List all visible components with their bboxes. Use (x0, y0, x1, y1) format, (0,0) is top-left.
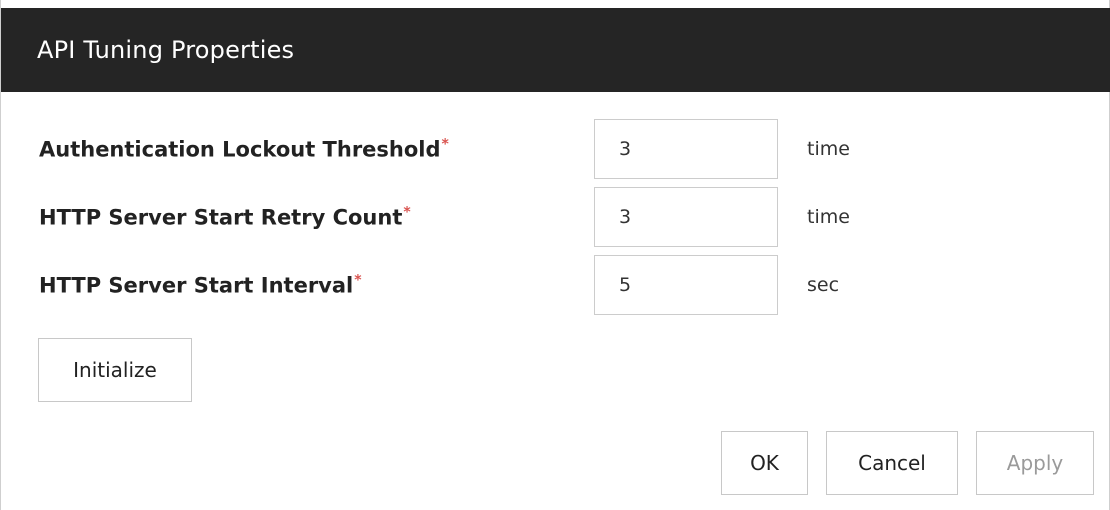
field-label-text: HTTP Server Start Interval (39, 273, 354, 298)
required-marker: * (354, 272, 362, 289)
authentication-lockout-threshold-input[interactable] (594, 119, 778, 179)
field-label-text: Authentication Lockout Threshold (39, 137, 441, 162)
initialize-button[interactable]: Initialize (38, 338, 192, 402)
unit-label: time (807, 206, 850, 228)
required-marker: * (403, 204, 411, 221)
apply-button[interactable]: Apply (976, 431, 1094, 495)
dialog-titlebar[interactable]: API Tuning Properties (1, 8, 1110, 92)
form-row-http-server-start-interval: HTTP Server Start Interval* sec (1, 255, 1110, 315)
http-server-start-retry-count-input[interactable] (594, 187, 778, 247)
unit-label: sec (807, 274, 840, 296)
field-label-text: HTTP Server Start Retry Count (39, 205, 403, 230)
field-label: HTTP Server Start Interval* (39, 273, 362, 298)
cancel-button[interactable]: Cancel (826, 431, 958, 495)
form-row-authentication-lockout-threshold: Authentication Lockout Threshold* time (1, 119, 1110, 179)
dialog-title: API Tuning Properties (37, 36, 295, 64)
form-row-http-server-start-retry-count: HTTP Server Start Retry Count* time (1, 187, 1110, 247)
unit-label: time (807, 138, 850, 160)
http-server-start-interval-input[interactable] (594, 255, 778, 315)
ok-button[interactable]: OK (721, 431, 808, 495)
required-marker: * (441, 136, 449, 153)
field-label: HTTP Server Start Retry Count* (39, 205, 411, 230)
api-tuning-properties-dialog: API Tuning Properties Authentication Loc… (0, 0, 1110, 510)
field-label: Authentication Lockout Threshold* (39, 137, 449, 162)
